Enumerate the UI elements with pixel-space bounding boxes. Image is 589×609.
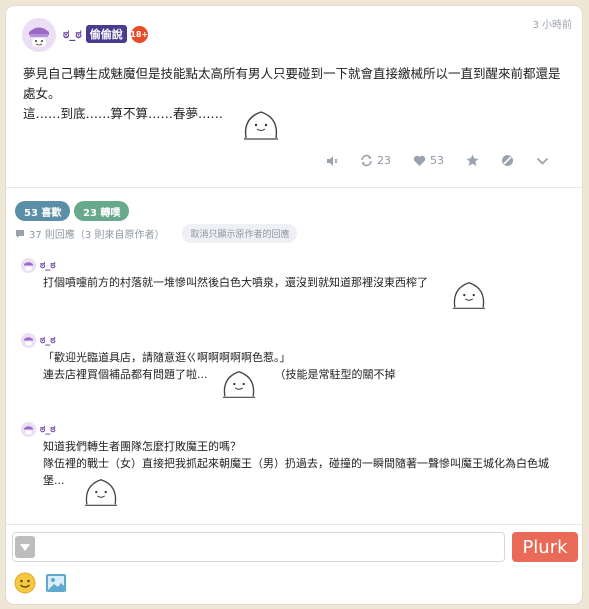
responses-summary: 37 則回應（3 則來自原作者） 取消只顯示原作者的回應 <box>15 224 298 243</box>
qualifier-dropdown-button[interactable] <box>15 536 35 558</box>
response-line: （技能是常駐型的關不掉 <box>274 368 396 381</box>
emoticon-image <box>82 476 120 514</box>
like-button[interactable]: 53 <box>413 154 444 167</box>
divider <box>6 524 582 525</box>
chevron-down-icon <box>536 157 549 165</box>
emoticon-image <box>450 279 488 317</box>
plurk-submit-button[interactable]: Plurk <box>512 532 578 562</box>
post-line: 夢見自己轉生成魅魔但是技能點太高所有男人只要碰到一下就會直接繳械所以一直到醒來前… <box>23 66 561 101</box>
response-nickname[interactable]: ಠ_ಠ <box>40 335 56 346</box>
replurk-icon <box>361 154 372 167</box>
post-time[interactable]: 3 小時前 <box>532 16 572 31</box>
block-icon <box>502 155 513 166</box>
response-line: 隊伍裡的戰士（女）直接把我抓起來朝魔王（男）扔過去，碰撞的一瞬間隨著一聲慘叫魔王… <box>43 457 549 487</box>
response-input[interactable] <box>12 532 505 562</box>
emoticon-image <box>241 108 281 148</box>
image-icon <box>46 574 66 592</box>
response-nickname[interactable]: ಠ_ಠ <box>40 424 56 435</box>
replurk-button[interactable]: 23 <box>360 154 391 167</box>
post-actions: 23 53 <box>326 154 571 167</box>
age-badge: 18+ <box>130 25 148 43</box>
block-button[interactable] <box>501 154 514 167</box>
replurk-count: 23 <box>377 154 391 167</box>
star-icon <box>466 154 479 166</box>
avatar[interactable] <box>21 421 36 437</box>
replurks-pill[interactable]: 23 轉噗 <box>74 201 130 221</box>
avatar[interactable] <box>21 257 36 273</box>
likes-pill[interactable]: 53 喜歡 <box>15 201 71 221</box>
responses-count: 37 則回應（3 則來自原作者） <box>29 230 165 241</box>
image-upload-button[interactable] <box>45 572 67 598</box>
response-line: 連去店裡買個補品都有問題了啦... <box>43 368 208 381</box>
response-line: 知道我們轉生者團隊怎麼打敗魔王的嗎？ <box>43 440 241 453</box>
more-button[interactable] <box>536 156 549 166</box>
post-content: 夢見自己轉生成魅魔但是技能點太高所有男人只要碰到一下就會直接繳械所以一直到醒來前… <box>23 64 568 124</box>
author-nickname[interactable]: ಠ_ಠ <box>63 27 82 42</box>
avatar[interactable] <box>22 18 56 52</box>
comment-icon <box>16 229 24 238</box>
response-item: ಠ_ಠ 「歡迎光臨道具店，請隨意逛ㄍ啊啊啊啊啊色惹。」 連去店裡買個補品都有問題… <box>21 331 566 383</box>
response-nickname[interactable]: ಠ_ಠ <box>40 260 56 271</box>
post-author-row: ಠ_ಠ 偷偷說 18+ <box>63 24 148 44</box>
mute-button[interactable] <box>326 155 338 167</box>
heart-icon <box>413 155 426 166</box>
response-line: 「歡迎光臨道具店，請隨意逛ㄍ啊啊啊啊啊色惹。」 <box>43 351 291 364</box>
plurk-card: ಠ_ಠ 偷偷說 18+ 3 小時前 夢見自己轉生成魅魔但是技能點太高所有男人只要… <box>6 6 582 604</box>
mute-icon <box>327 155 338 166</box>
emoticon-button[interactable] <box>14 572 36 598</box>
favorite-button[interactable] <box>466 154 479 167</box>
smiley-icon <box>14 572 36 594</box>
avatar[interactable] <box>21 332 36 348</box>
triangle-down-icon <box>20 543 30 551</box>
divider <box>6 187 582 188</box>
post-line: 這……到底……算不算……春夢…… <box>23 106 224 121</box>
qualifier-tag: 偷偷說 <box>85 25 127 43</box>
emoticon-image <box>220 368 258 406</box>
author-filter-toggle[interactable]: 取消只顯示原作者的回應 <box>182 224 298 243</box>
like-count: 53 <box>430 154 444 167</box>
